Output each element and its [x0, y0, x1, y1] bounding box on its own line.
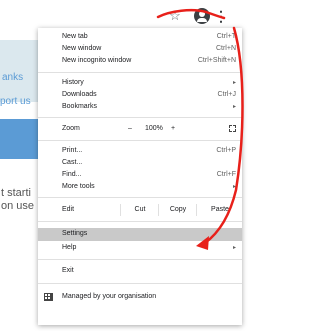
- paste-button[interactable]: Paste: [196, 204, 243, 216]
- kebab-menu-icon[interactable]: ⋮: [214, 8, 228, 24]
- menu-item-label: Cast...: [62, 159, 83, 166]
- menu-item-new-window[interactable]: New window Ctrl+N: [38, 43, 242, 55]
- menu-item-more-tools[interactable]: More tools ▸: [38, 181, 242, 193]
- menu-item-label: Find...: [62, 171, 82, 178]
- background-text: port us: [0, 96, 31, 107]
- menu-item-label: New window: [62, 45, 102, 52]
- menu-item-label: Help: [62, 244, 77, 251]
- menu-item-shortcut: Ctrl+J: [217, 91, 236, 98]
- menu-item-label: Bookmarks: [62, 103, 98, 110]
- background-text: on use: [1, 200, 35, 212]
- menu-item-settings[interactable]: Settings: [38, 228, 242, 241]
- menu-item-shortcut: Ctrl+P: [216, 147, 236, 154]
- menu-item-label: Downloads: [62, 91, 97, 98]
- menu-item-shortcut: Ctrl+N: [215, 45, 236, 52]
- menu-item-history[interactable]: History ▸: [38, 77, 242, 89]
- profile-icon[interactable]: [194, 8, 210, 24]
- browser-menu: New tab Ctrl+T New window Ctrl+N New inc…: [38, 28, 242, 325]
- menu-item-managed[interactable]: Managed by your organisation: [38, 291, 242, 303]
- menu-item-label: History: [62, 79, 84, 86]
- menu-item-label: New tab: [62, 33, 88, 40]
- copy-button[interactable]: Copy: [158, 204, 197, 216]
- menu-divider: [38, 221, 242, 222]
- menu-item-label: New incognito window: [62, 57, 132, 64]
- menu-item-new-tab[interactable]: New tab Ctrl+T: [38, 31, 242, 43]
- submenu-arrow-icon: ▸: [232, 184, 236, 190]
- submenu-arrow-icon: ▸: [232, 80, 236, 86]
- background-text: t starti: [1, 187, 31, 199]
- background-button: [0, 119, 40, 159]
- menu-item-new-incognito-window[interactable]: New incognito window Ctrl+Shift+N: [38, 55, 242, 67]
- menu-item-label: Settings: [62, 230, 88, 237]
- menu-item-cast[interactable]: Cast...: [38, 157, 242, 169]
- submenu-arrow-icon: ▸: [232, 104, 236, 110]
- zoom-out-button[interactable]: –: [128, 123, 132, 135]
- menu-item-shortcut: Ctrl+T: [216, 33, 236, 40]
- menu-item-label: Zoom: [62, 125, 80, 132]
- menu-item-label: Edit: [62, 206, 75, 213]
- menu-item-shortcut: Ctrl+Shift+N: [197, 57, 236, 64]
- menu-item-zoom: Zoom – 100% +: [38, 123, 242, 135]
- menu-item-label: More tools: [62, 183, 95, 190]
- menu-divider: [38, 140, 242, 141]
- zoom-in-button[interactable]: +: [171, 123, 175, 135]
- cut-button[interactable]: Cut: [120, 204, 159, 216]
- background-banner: [0, 40, 40, 102]
- menu-item-bookmarks[interactable]: Bookmarks ▸: [38, 101, 242, 113]
- menu-divider: [38, 197, 242, 198]
- background-text: anks: [2, 72, 24, 83]
- menu-item-downloads[interactable]: Downloads Ctrl+J: [38, 89, 242, 101]
- building-icon: [44, 293, 53, 301]
- menu-item-label: Managed by your organisation: [62, 293, 157, 300]
- menu-divider: [38, 259, 242, 260]
- menu-item-help[interactable]: Help ▸: [38, 242, 242, 254]
- menu-item-exit[interactable]: Exit: [38, 265, 242, 277]
- menu-item-print[interactable]: Print... Ctrl+P: [38, 145, 242, 157]
- menu-divider: [38, 283, 242, 284]
- menu-item-shortcut: Ctrl+F: [216, 171, 236, 178]
- fullscreen-icon[interactable]: [229, 125, 236, 132]
- star-icon[interactable]: ☆: [168, 8, 182, 24]
- menu-item-edit: Edit Cut Copy Paste: [38, 204, 242, 216]
- menu-item-label: Exit: [62, 267, 74, 274]
- menu-item-label: Print...: [62, 147, 83, 154]
- zoom-level: 100%: [145, 125, 163, 132]
- menu-divider: [38, 117, 242, 118]
- menu-divider: [38, 72, 242, 73]
- submenu-arrow-icon: ▸: [232, 245, 236, 251]
- menu-item-find[interactable]: Find... Ctrl+F: [38, 169, 242, 181]
